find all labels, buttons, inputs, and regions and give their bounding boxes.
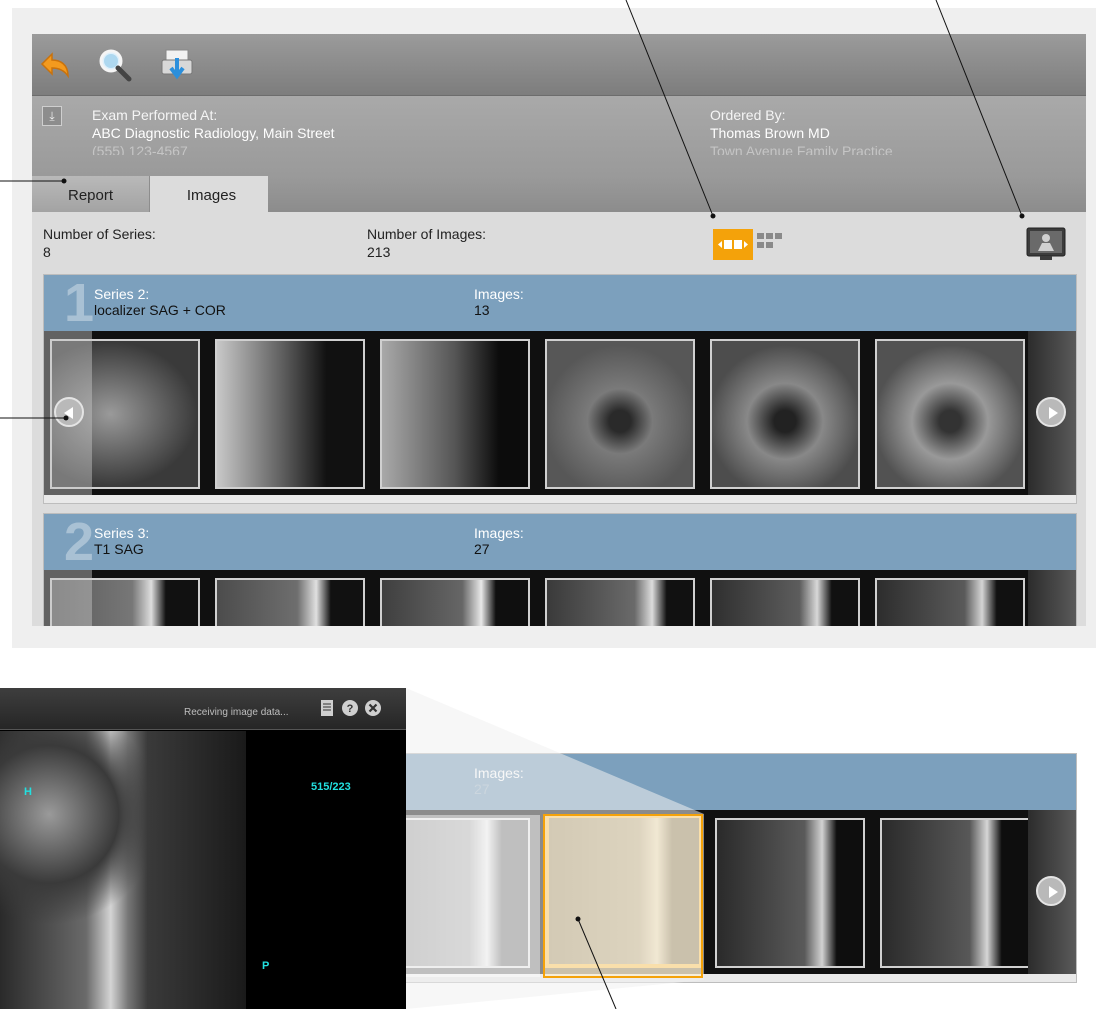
image-count-label: Number of Images:	[367, 226, 487, 242]
series-title: Series 2:	[94, 286, 150, 302]
scroll-right-area	[1028, 331, 1076, 495]
series-images-label: Images:	[474, 765, 524, 781]
grid-view-icon[interactable]	[757, 231, 791, 251]
series-description: localizer SAG + COR	[94, 302, 226, 318]
thumbnail[interactable]	[875, 339, 1025, 489]
thumbnail[interactable]	[545, 339, 695, 489]
tab-report[interactable]: Report	[32, 176, 150, 212]
image-counter: 515/223	[311, 781, 351, 793]
series-header[interactable]: 1 Series 2: localizer SAG + COR Images: …	[44, 275, 1076, 331]
series-images-count: 13	[474, 302, 490, 318]
thumbnail[interactable]	[215, 339, 365, 489]
thumbnail-strip	[44, 331, 1076, 495]
orientation-label-top: H	[24, 786, 32, 798]
exam-performed-label: Exam Performed At:	[92, 107, 218, 123]
scroll-right-area	[1028, 810, 1076, 974]
svg-text:?: ?	[347, 703, 354, 715]
ordered-by-label: Ordered By:	[710, 107, 786, 123]
images-viewer-app: ⤓ Exam Performed At: ABC Diagnostic Radi…	[32, 34, 1086, 626]
series-images-count: 27	[474, 541, 490, 557]
thumbnail[interactable]	[880, 818, 1030, 968]
series-number: 2	[64, 512, 95, 572]
report-icon[interactable]	[318, 699, 336, 717]
thumbnail[interactable]	[380, 578, 530, 626]
tab-images[interactable]: Images	[155, 176, 268, 212]
thumbnail[interactable]	[875, 578, 1025, 626]
undo-arrow-icon[interactable]	[38, 46, 76, 84]
strip-view-toggle-icon[interactable]	[713, 229, 753, 260]
viewer-titlebar: Receiving image data... ?	[0, 688, 406, 730]
thumbnail[interactable]	[215, 578, 365, 626]
series-count-value: 8	[43, 244, 51, 260]
viewer-status-text: Receiving image data...	[184, 707, 289, 718]
viewer-background	[246, 731, 406, 1009]
fullscreen-viewer-icon[interactable]	[1026, 227, 1066, 261]
print-download-icon[interactable]	[158, 46, 196, 84]
series-row-1: 1 Series 2: localizer SAG + COR Images: …	[43, 274, 1077, 504]
mri-image[interactable]	[0, 731, 246, 1009]
exam-place: ABC Diagnostic Radiology, Main Street	[92, 125, 335, 141]
series-number: 1	[64, 273, 95, 333]
ordering-practice: Town Avenue Family Practice	[710, 143, 893, 155]
exam-phone: (555) 123-4567	[92, 143, 188, 155]
series-images-label: Images:	[474, 525, 524, 541]
toolbar	[32, 34, 1086, 96]
image-viewer-popup: Receiving image data... ?	[0, 688, 406, 1009]
series-description: T1 SAG	[94, 541, 144, 557]
thumbnail[interactable]	[710, 339, 860, 489]
thumbnail[interactable]	[715, 818, 865, 968]
image-count-value: 213	[367, 244, 391, 260]
scroll-right-area	[1028, 570, 1076, 626]
series-count-label: Number of Series:	[43, 226, 156, 242]
thumbnail[interactable]	[710, 578, 860, 626]
orientation-label-bottom: P	[262, 960, 270, 972]
help-icon[interactable]: ?	[341, 699, 359, 717]
series-images-count: 27	[474, 781, 490, 797]
close-icon[interactable]	[364, 699, 382, 717]
thumbnail-strip	[44, 570, 1076, 626]
selected-thumbnail[interactable]	[545, 814, 703, 968]
thumbnail[interactable]	[545, 578, 695, 626]
series-title: Series 3:	[94, 525, 150, 541]
scroll-left-area	[44, 570, 92, 626]
magnifier-icon[interactable]	[96, 46, 134, 84]
series-images-label: Images:	[474, 286, 524, 302]
scroll-left-icon[interactable]	[54, 397, 84, 427]
series-header[interactable]: 2 Series 3: T1 SAG Images: 27	[44, 514, 1076, 570]
collapse-icon[interactable]: ⤓	[42, 106, 62, 126]
scroll-right-icon[interactable]	[1036, 397, 1066, 427]
ordering-doctor: Thomas Brown MD	[710, 125, 830, 141]
tab-bar-background	[268, 176, 1086, 212]
exam-info-panel: ⤓ Exam Performed At: ABC Diagnostic Radi…	[32, 96, 1086, 176]
thumbnail[interactable]	[380, 339, 530, 489]
series-row-2: 2 Series 3: T1 SAG Images: 27	[43, 513, 1077, 626]
scroll-right-icon[interactable]	[1036, 876, 1066, 906]
